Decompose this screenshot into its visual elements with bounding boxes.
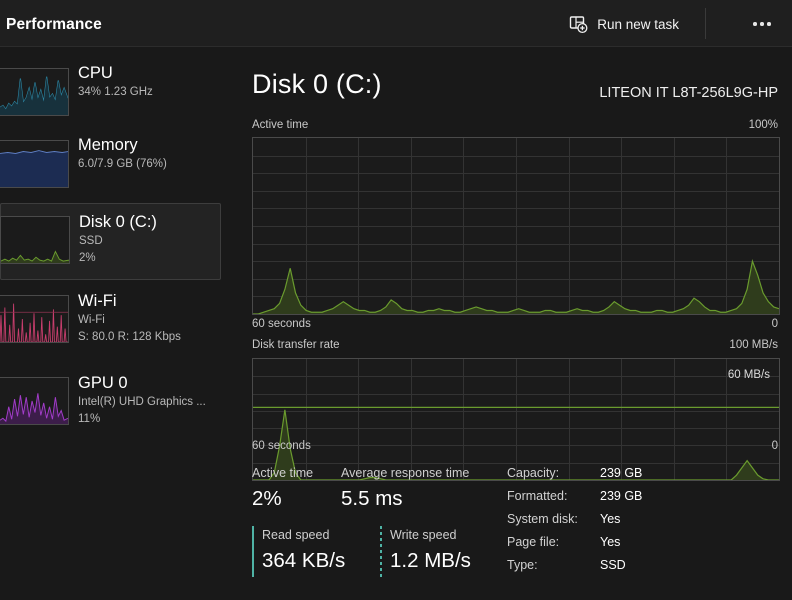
info-value-page-file: Yes	[600, 535, 621, 549]
sidebar-item-sub: Intel(R) UHD Graphics ...	[78, 396, 206, 408]
sidebar-item-wifi[interactable]: Wi-Fi Wi-Fi S: 80.0 R: 128 Kbps	[0, 285, 221, 361]
disk-title: Disk 0 (C:)	[252, 69, 382, 99]
sidebar-item-sub: 6.0/7.9 GB (76%)	[78, 158, 167, 170]
sidebar-item-sub2: 11%	[78, 412, 101, 425]
info-key-page-file: Page file:	[507, 535, 560, 549]
disk-detail-panel: Disk 0 (C:) LITEON IT L8T-256L9G-HP Acti…	[245, 47, 792, 600]
ellipsis-icon[interactable]	[742, 10, 782, 38]
disk-thumbnail-chart	[0, 216, 70, 264]
transfer-rate-x-left: 60 seconds	[252, 440, 311, 452]
sidebar-item-title: Disk 0 (C:)	[79, 213, 157, 231]
ellipsis-dot	[753, 22, 757, 26]
sidebar-item-sub2: S: 80.0 R: 128 Kbps	[78, 330, 181, 343]
active-time-x-right: 0	[771, 318, 778, 330]
sidebar-item-sub: 34% 1.23 GHz	[78, 86, 153, 98]
transfer-rate-max-label: 100 MB/s	[729, 339, 778, 351]
sidebar-item-memory[interactable]: Memory 6.0/7.9 GB (76%)	[0, 131, 221, 197]
performance-sidebar: CPU 34% 1.23 GHz Memory 6.0/7.9 GB (76%)…	[0, 47, 232, 600]
info-value-system-disk: Yes	[600, 512, 621, 526]
sidebar-item-title: GPU 0	[78, 374, 128, 392]
titlebar-divider	[705, 8, 706, 39]
cpu-thumbnail-chart	[0, 68, 69, 116]
transfer-rate-x-right: 0	[771, 440, 778, 452]
info-value-capacity: 239 GB	[600, 466, 643, 480]
sidebar-item-title: Memory	[78, 136, 138, 154]
active-time-x-left: 60 seconds	[252, 318, 311, 330]
sidebar-item-cpu[interactable]: CPU 34% 1.23 GHz	[0, 59, 221, 125]
wifi-thumbnail-chart	[0, 295, 69, 343]
active-time-chart	[252, 137, 780, 315]
read-speed-label: Read speed	[262, 528, 330, 542]
sidebar-item-sub: SSD	[79, 235, 103, 247]
ellipsis-dot	[767, 22, 771, 26]
active-time-caption: Active time	[252, 119, 309, 131]
avg-response-stat-label: Average response time	[341, 466, 470, 480]
sidebar-item-sub2: 2%	[79, 251, 96, 264]
run-new-task-label: Run new task	[597, 16, 679, 32]
ellipsis-dot	[760, 22, 764, 26]
write-speed-label: Write speed	[390, 528, 457, 542]
read-speed-accent-bar	[252, 526, 254, 577]
title-bar: Performance Run new task	[0, 0, 792, 47]
sidebar-item-title: CPU	[78, 64, 113, 82]
active-time-stat-label: Active time	[252, 466, 314, 480]
sidebar-item-title: Wi-Fi	[78, 292, 117, 310]
new-task-window-plus-icon	[568, 14, 588, 34]
gpu-thumbnail-chart	[0, 377, 69, 425]
info-key-formatted: Formatted:	[507, 489, 568, 503]
info-value-formatted: 239 GB	[600, 489, 643, 503]
info-key-type: Type:	[507, 558, 538, 572]
read-speed-value: 364 KB/s	[262, 549, 346, 572]
transfer-rate-caption: Disk transfer rate	[252, 339, 340, 351]
info-value-type: SSD	[600, 558, 626, 572]
sidebar-item-disk-0[interactable]: Disk 0 (C:) SSD 2%	[0, 203, 221, 280]
sidebar-item-sub: Wi-Fi	[78, 314, 105, 326]
info-key-system-disk: System disk:	[507, 512, 578, 526]
avg-response-stat-value: 5.5 ms	[341, 487, 403, 510]
write-speed-value: 1.2 MB/s	[390, 549, 471, 572]
info-key-capacity: Capacity:	[507, 466, 560, 480]
memory-thumbnail-chart	[0, 140, 69, 188]
run-new-task-button[interactable]: Run new task	[564, 10, 687, 38]
transfer-rate-inner-label: 60 MB/s	[727, 369, 770, 381]
write-speed-accent-bar	[380, 526, 382, 577]
active-time-max-label: 100%	[748, 119, 778, 131]
disk-device-name: LITEON IT L8T-256L9G-HP	[599, 85, 778, 101]
active-time-stat-value: 2%	[252, 487, 282, 510]
disk-transfer-rate-chart	[252, 358, 780, 481]
page-title: Performance	[6, 16, 102, 33]
sidebar-item-gpu-0[interactable]: GPU 0 Intel(R) UHD Graphics ... 11%	[0, 367, 221, 443]
